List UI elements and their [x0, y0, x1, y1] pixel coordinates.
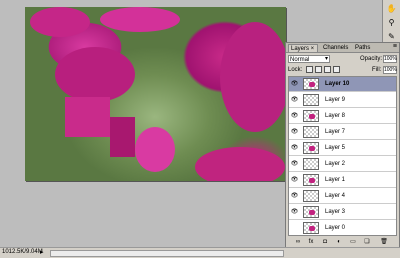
layers-panel: Layers × Channels Paths ≡ Normal ▾ Opaci… [285, 42, 400, 249]
adjustment-icon[interactable]: ◐ [335, 238, 343, 246]
eye-icon[interactable]: 👁 [290, 96, 299, 104]
eye-icon[interactable]: 👁 [290, 128, 299, 136]
layer-name: Layer 8 [325, 113, 346, 119]
layer-name: Layer 1 [325, 177, 346, 183]
eye-icon[interactable]: 👁 [290, 208, 299, 216]
tab-channels[interactable]: Channels [321, 44, 351, 52]
lock-pixels-icon[interactable] [315, 66, 322, 73]
petal-shape [30, 7, 90, 37]
layer-row[interactable]: 👁 Layer 8 [289, 109, 396, 124]
eye-icon[interactable]: 👁 [290, 144, 299, 152]
petal-shape [55, 47, 135, 102]
layer-thumbnail [303, 158, 319, 170]
layer-name: Layer 2 [325, 161, 346, 167]
chevron-down-icon: ▾ [324, 56, 328, 62]
brush-tool-icon[interactable]: ✎ [385, 32, 398, 42]
layer-name: Layer 4 [325, 193, 346, 199]
tab-paths[interactable]: Paths [353, 44, 375, 52]
blend-mode-select[interactable]: Normal ▾ [288, 55, 330, 63]
document-size-text: 1012.5K/9.04M [2, 249, 43, 255]
new-layer-icon[interactable]: ❏ [363, 238, 371, 246]
petal-shape [100, 7, 180, 32]
zoom-tool-icon[interactable]: ⚲ [385, 18, 398, 28]
layer-row[interactable]: 👁 Layer 2 [289, 157, 396, 172]
panel-menu-icon[interactable]: ≡ [393, 43, 397, 50]
layer-name: Layer 9 [325, 97, 346, 103]
blend-mode-value: Normal [290, 57, 310, 63]
panel-tabs: Layers × Channels Paths ≡ [286, 43, 399, 53]
eye-hidden-icon[interactable] [290, 224, 299, 232]
fx-icon[interactable]: fx [307, 238, 315, 246]
horizontal-scrollbar[interactable] [50, 250, 284, 257]
tile-piece [110, 117, 135, 157]
layer-thumbnail [303, 142, 319, 154]
layer-row[interactable]: 👁 Layer 4 [289, 189, 396, 204]
layer-row[interactable]: 👁 Layer 1 [289, 173, 396, 188]
tile-piece [65, 97, 110, 137]
layer-row[interactable]: 👁 Layer 10 [289, 77, 396, 92]
right-arrow-icon[interactable]: ▸ [40, 248, 44, 256]
layer-thumbnail [303, 94, 319, 106]
hand-tool-icon[interactable]: ✋ [385, 4, 398, 14]
link-icon[interactable]: ∞ [294, 238, 302, 246]
layer-thumbnail [303, 126, 319, 138]
fill-field[interactable]: 100% [383, 66, 397, 74]
layer-thumbnail [303, 222, 319, 234]
eye-icon[interactable]: 👁 [290, 176, 299, 184]
eye-icon[interactable]: 👁 [290, 160, 299, 168]
opacity-field[interactable]: 100% [383, 55, 397, 63]
eye-icon[interactable]: 👁 [290, 80, 299, 88]
thumbnail-content [309, 226, 315, 231]
lock-label: Lock: [288, 67, 303, 73]
image-canvas[interactable] [25, 7, 286, 181]
layer-name: Layer 0 [325, 225, 346, 231]
thumbnail-content [309, 114, 315, 119]
layer-row[interactable]: 👁 Layer 3 [289, 205, 396, 220]
opacity-label: Opacity: [360, 56, 383, 62]
petal-shape [220, 22, 286, 132]
thumbnail-content [309, 146, 315, 151]
layers-list: 👁 Layer 10 👁 Layer 9 👁 Layer 8 👁 Layer 7 👁 Layer … [288, 76, 397, 236]
panel-footer: ∞ fx ◘ ◐ ▭ ❏ 🗑 [288, 237, 397, 247]
lock-position-icon[interactable] [324, 66, 331, 73]
mask-icon[interactable]: ◘ [321, 238, 329, 246]
lock-all-icon[interactable] [333, 66, 340, 73]
tab-layers[interactable]: Layers × [288, 44, 318, 52]
layer-name: Layer 3 [325, 209, 346, 215]
petal-shape [135, 127, 175, 172]
thumbnail-content [309, 210, 315, 215]
layer-thumbnail [303, 110, 319, 122]
petal-shape [195, 147, 285, 181]
trash-icon[interactable]: 🗑 [380, 238, 388, 246]
layer-name: Layer 10 [325, 81, 350, 87]
eye-icon[interactable]: 👁 [290, 112, 299, 120]
status-bar: 1012.5K/9.04M ▸ [0, 247, 400, 258]
layer-row[interactable]: 👁 Layer 9 [289, 93, 396, 108]
thumbnail-content [309, 82, 315, 87]
group-icon[interactable]: ▭ [349, 238, 357, 246]
eye-icon[interactable]: 👁 [290, 192, 299, 200]
fill-label: Fill: [372, 67, 382, 73]
layer-row[interactable]: 👁 Layer 7 [289, 125, 396, 140]
layer-name: Layer 7 [325, 129, 346, 135]
layer-row[interactable]: 👁 Layer 5 [289, 141, 396, 156]
layer-row[interactable]: Layer 0 [289, 221, 396, 235]
lock-transparency-icon[interactable] [306, 66, 313, 73]
layer-name: Layer 5 [325, 145, 346, 151]
layer-thumbnail [303, 174, 319, 186]
thumbnail-content [309, 178, 315, 183]
layer-thumbnail [303, 78, 319, 90]
layer-thumbnail [303, 190, 319, 202]
layer-thumbnail [303, 206, 319, 218]
